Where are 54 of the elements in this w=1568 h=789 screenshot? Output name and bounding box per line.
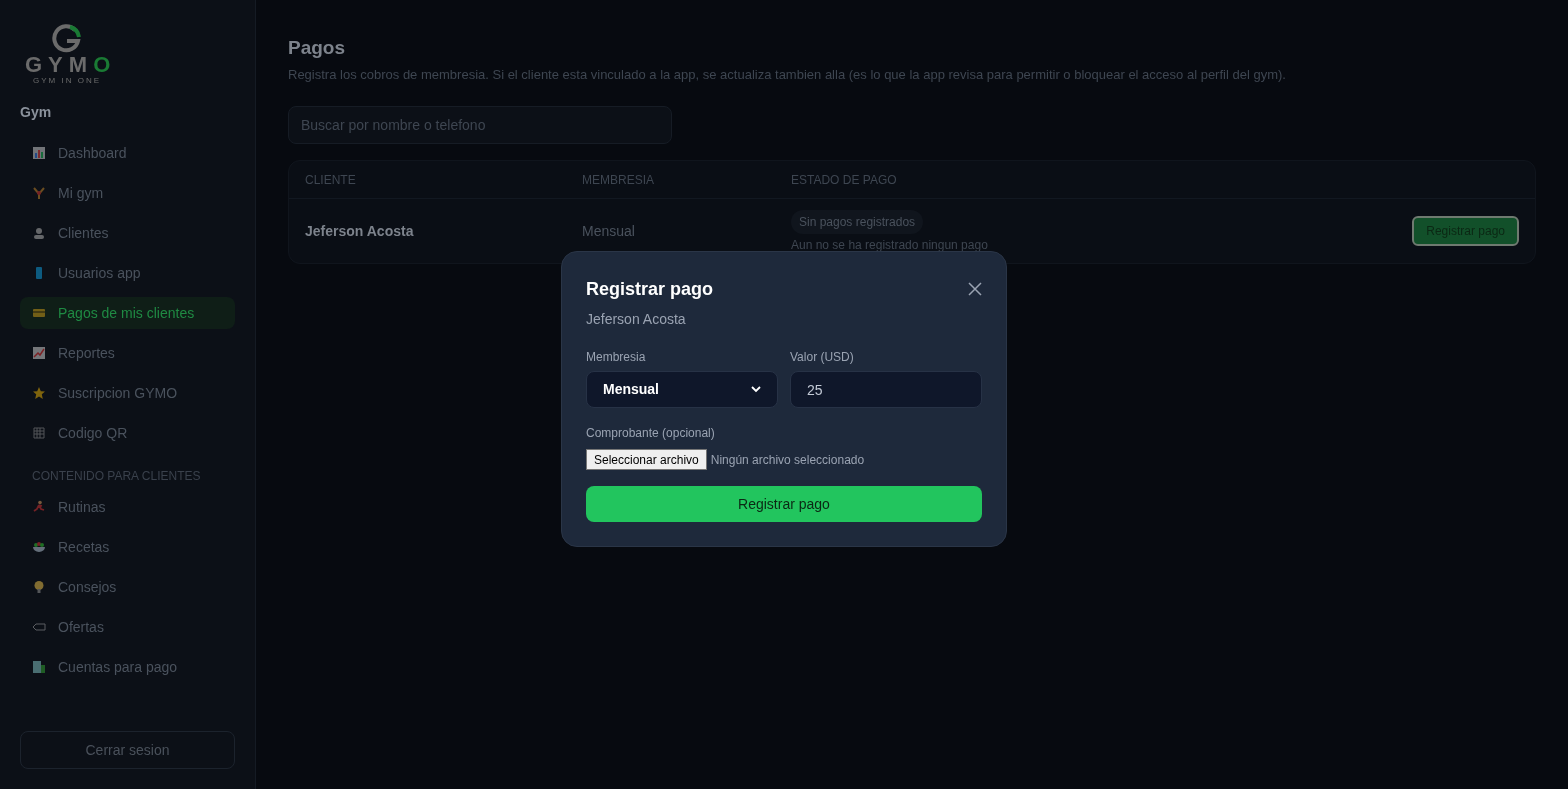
building-icon bbox=[32, 660, 46, 674]
nav-item[interactable]: Suscripcion GYMO bbox=[20, 377, 235, 409]
bulb-icon bbox=[32, 580, 46, 594]
chart-icon bbox=[32, 146, 46, 160]
column-header: CLIENTE bbox=[305, 171, 357, 189]
nav-item[interactable]: Usuarios app bbox=[20, 257, 235, 289]
bowl-icon bbox=[32, 540, 46, 554]
nav-item[interactable]: Ofertas bbox=[20, 611, 235, 643]
nav-item[interactable]: Codigo QR bbox=[20, 417, 235, 449]
search-field[interactable]: Buscar por nombre o telefono bbox=[288, 106, 672, 144]
client-name: Jeferson Acosta bbox=[305, 223, 414, 239]
choose-file-button[interactable]: Seleccionar archivo bbox=[586, 449, 707, 470]
nav-item[interactable]: Clientes bbox=[20, 217, 235, 249]
runner-icon bbox=[32, 500, 46, 514]
nav-item[interactable]: Dashboard bbox=[20, 137, 235, 169]
grid-icon bbox=[32, 426, 46, 440]
amount-field[interactable]: 25 bbox=[790, 371, 982, 408]
nav-item[interactable]: Reportes bbox=[20, 337, 235, 369]
nav-item[interactable]: Cuentas para pago bbox=[20, 651, 235, 683]
select-value: Mensual bbox=[603, 380, 659, 399]
nav-item[interactable]: Pagos de mis clientes bbox=[20, 297, 235, 329]
field-label: Membresia bbox=[586, 349, 647, 366]
field-label: Comprobante (opcional) bbox=[586, 425, 716, 442]
column-header: MEMBRESIA bbox=[582, 171, 655, 189]
page-description: Registra los cobros de membresia. Si el cliente esta vinculado a la app, se actualiza tambien alla (es lo que la app revisa para permitir o bloquear el acceso al perfil del gym). bbox=[288, 65, 1287, 84]
chevron-down-icon bbox=[751, 386, 761, 393]
slingshot-icon bbox=[32, 186, 46, 200]
trend-icon bbox=[32, 346, 46, 360]
section-title: Gym bbox=[20, 103, 53, 122]
file-status: Ningún archivo seleccionado bbox=[710, 451, 865, 469]
status-note: Aun no se ha registrado ningun pago bbox=[791, 237, 988, 254]
client-name: Jeferson Acosta bbox=[586, 310, 687, 329]
membership-select[interactable]: Mensual bbox=[586, 371, 778, 408]
field-label: Valor (USD) bbox=[790, 349, 855, 366]
nav-item[interactable]: Consejos bbox=[20, 571, 235, 603]
logo-tagline: GYM IN ONE bbox=[33, 76, 101, 85]
logo-g-icon bbox=[51, 24, 83, 54]
person-icon bbox=[32, 226, 46, 240]
nav-item[interactable]: Recetas bbox=[20, 531, 235, 563]
page-title: Pagos bbox=[288, 36, 347, 60]
status-badge: Sin pagos registrados bbox=[791, 210, 924, 234]
logo-wordmark: GYM bbox=[25, 54, 94, 76]
close-icon[interactable] bbox=[968, 282, 982, 296]
card-icon bbox=[32, 306, 46, 320]
membership-cell: Mensual bbox=[582, 223, 635, 239]
nav-item[interactable]: Rutinas bbox=[20, 491, 235, 523]
dialog-title: Registrar pago bbox=[586, 278, 714, 301]
submit-button[interactable]: Registrar pago bbox=[586, 486, 982, 522]
column-header: ESTADO DE PAGO bbox=[791, 171, 898, 189]
star-icon bbox=[32, 386, 46, 400]
logo-wordmark-accent: O bbox=[93, 54, 117, 76]
logout-button[interactable]: Cerrar sesion bbox=[20, 731, 235, 769]
nav-item[interactable]: Mi gym bbox=[20, 177, 235, 209]
tag-icon bbox=[32, 620, 46, 634]
